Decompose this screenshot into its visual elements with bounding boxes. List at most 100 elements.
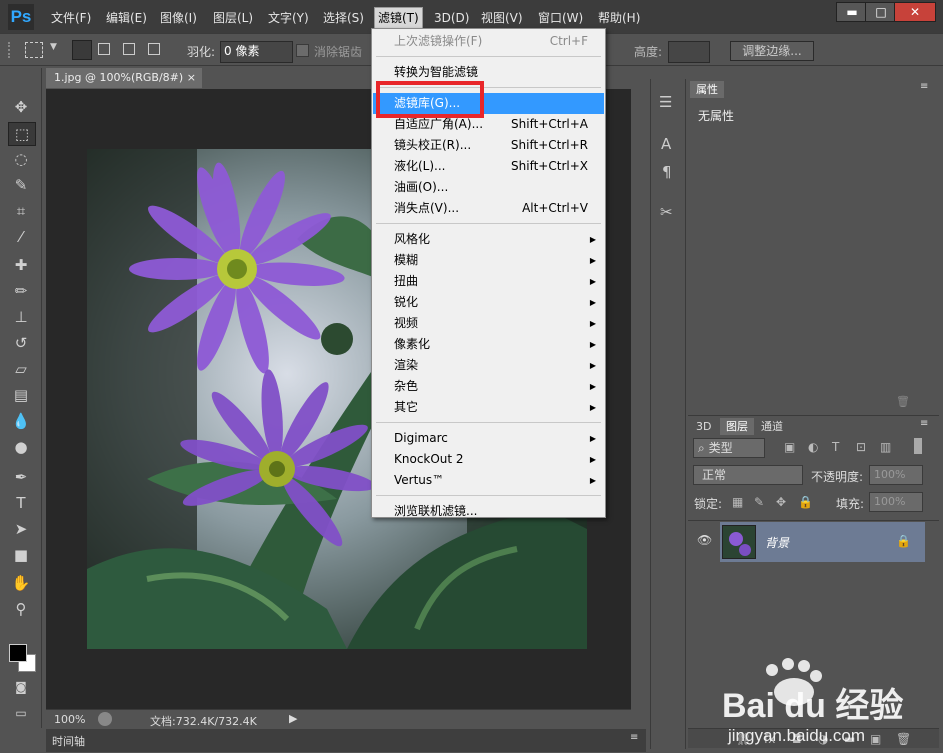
tab-3d[interactable]: 3D: [690, 418, 717, 435]
layer-row-selected[interactable]: 背景 🔒: [720, 522, 925, 562]
filter-menu-item[interactable]: Digimarc ▶: [373, 428, 604, 449]
subtract-selection-icon[interactable]: [123, 43, 135, 55]
filter-menu-item[interactable]: 消失点(V)... Alt+Ctrl+V: [373, 198, 604, 219]
shape-filter-icon[interactable]: ⊡: [856, 440, 866, 454]
opacity-input[interactable]: 100%: [869, 465, 923, 485]
blur-tool-icon[interactable]: 💧: [8, 410, 34, 432]
quick-mask-icon[interactable]: ◙: [8, 676, 34, 698]
healing-brush-tool-icon[interactable]: ✚: [8, 254, 34, 276]
filter-menu-item[interactable]: 镜头校正(R)... Shift+Ctrl+R: [373, 135, 604, 156]
menu-layer[interactable]: 图层(L): [213, 8, 253, 28]
panel-menu-icon[interactable]: ≡: [630, 732, 638, 743]
filter-menu-item[interactable]: 其它 ▶: [373, 397, 604, 418]
trash-icon[interactable]: 🗑: [896, 395, 910, 408]
pen-tool-icon[interactable]: ✒: [8, 466, 34, 488]
filter-menu-item[interactable]: 浏览联机滤镜...: [373, 501, 604, 522]
maximize-button[interactable]: □: [865, 2, 897, 22]
eraser-tool-icon[interactable]: ▱: [8, 358, 34, 380]
add-selection-icon[interactable]: [98, 43, 110, 55]
menu-3d[interactable]: 3D(D): [434, 8, 469, 28]
intersect-selection-icon[interactable]: [148, 43, 160, 55]
filter-menu-item[interactable]: 转换为智能滤镜: [373, 62, 604, 83]
status-menu-arrow-icon[interactable]: ▶: [289, 712, 297, 725]
pixel-filter-icon[interactable]: ▣: [784, 440, 795, 454]
fill-input[interactable]: 100%: [869, 492, 923, 512]
crop-tool-icon[interactable]: ⌗: [8, 200, 34, 222]
layer-filter-select[interactable]: ⌕ 类型: [693, 438, 765, 458]
menu-image[interactable]: 图像(I): [160, 8, 197, 28]
filter-menu-item[interactable]: 像素化 ▶: [373, 334, 604, 355]
layer-name[interactable]: 背景: [765, 534, 789, 551]
hand-tool-icon[interactable]: ✋: [8, 572, 34, 594]
tab-layers[interactable]: 图层: [720, 418, 754, 435]
minimize-button[interactable]: ▬: [836, 2, 868, 22]
visibility-eye-icon[interactable]: 👁: [697, 533, 712, 547]
character-panel-icon[interactable]: A: [661, 135, 671, 153]
lock-position-icon[interactable]: ✥: [776, 495, 786, 509]
zoom-tool-icon[interactable]: ⚲: [8, 598, 34, 620]
adjustment-filter-icon[interactable]: ◐: [808, 440, 818, 454]
eyedropper-tool-icon[interactable]: ⁄: [8, 226, 34, 248]
menu-select[interactable]: 选择(S): [323, 8, 364, 28]
screen-mode-icon[interactable]: ▭: [8, 702, 34, 724]
quick-select-tool-icon[interactable]: ✎: [8, 174, 34, 196]
smart-object-filter-icon[interactable]: ▥: [880, 440, 891, 454]
stamp-tool-icon[interactable]: ⊥: [8, 306, 34, 328]
filter-menu-item[interactable]: 液化(L)... Shift+Ctrl+X: [373, 156, 604, 177]
feather-input[interactable]: 0 像素: [220, 41, 293, 63]
height-input[interactable]: [668, 41, 710, 63]
tab-properties[interactable]: 属性: [690, 81, 724, 98]
filter-menu-item[interactable]: 模糊 ▶: [373, 250, 604, 271]
tab-channels[interactable]: 通道: [755, 418, 789, 435]
menu-view[interactable]: 视图(V): [481, 8, 523, 28]
chevron-down-icon[interactable]: ▼: [50, 42, 57, 52]
lock-all-icon[interactable]: 🔒: [798, 495, 813, 509]
timeline-panel[interactable]: 时间轴 ≡: [46, 729, 646, 752]
tools-preset-panel-icon[interactable]: ✂: [660, 203, 673, 221]
marquee-tool-icon[interactable]: ⬚: [8, 122, 36, 146]
filter-menu-item[interactable]: 杂色 ▶: [373, 376, 604, 397]
filter-menu-item[interactable]: Vertus™ ▶: [373, 470, 604, 491]
filter-menu-item[interactable]: 油画(O)...: [373, 177, 604, 198]
filter-toggle[interactable]: [914, 438, 922, 454]
lock-pixels-icon[interactable]: ✎: [754, 495, 764, 509]
lock-transparency-icon[interactable]: ▦: [732, 495, 743, 509]
dodge-tool-icon[interactable]: ●: [8, 436, 34, 458]
close-window-button[interactable]: ✕: [894, 2, 936, 22]
panel-menu-icon[interactable]: ≡: [920, 81, 928, 92]
marquee-preset-icon[interactable]: [25, 42, 43, 58]
refine-edge-button[interactable]: 调整边缘...: [730, 41, 814, 61]
new-selection-icon[interactable]: [72, 40, 92, 60]
menu-edit[interactable]: 编辑(E): [106, 8, 147, 28]
menu-type[interactable]: 文字(Y): [268, 8, 309, 28]
rectangle-tool-icon[interactable]: ■: [8, 544, 34, 566]
history-brush-tool-icon[interactable]: ↺: [8, 332, 34, 354]
filter-menu-item[interactable]: 视频 ▶: [373, 313, 604, 334]
menu-filter[interactable]: 滤镜(T): [374, 7, 423, 29]
blend-mode-select[interactable]: 正常: [693, 465, 803, 485]
type-filter-icon[interactable]: T: [832, 440, 839, 454]
brush-tool-icon[interactable]: ✏: [8, 280, 34, 302]
filter-menu-item[interactable]: 渲染 ▶: [373, 355, 604, 376]
gradient-tool-icon[interactable]: ▤: [8, 384, 34, 406]
lasso-tool-icon[interactable]: ◌: [8, 148, 34, 170]
filter-menu-item[interactable]: 风格化 ▶: [373, 229, 604, 250]
filter-menu-item[interactable]: KnockOut 2 ▶: [373, 449, 604, 470]
menu-help[interactable]: 帮助(H): [598, 8, 640, 28]
layer-row[interactable]: 👁 背景 🔒: [688, 522, 939, 562]
paragraph-panel-icon[interactable]: ¶: [662, 163, 672, 181]
antialias-checkbox[interactable]: [296, 44, 309, 57]
document-tab[interactable]: 1.jpg @ 100%(RGB/8#) ×: [46, 68, 202, 88]
status-icon[interactable]: [98, 712, 112, 726]
menu-file[interactable]: 文件(F): [51, 8, 91, 28]
filter-menu-item[interactable]: 扭曲 ▶: [373, 271, 604, 292]
zoom-level[interactable]: 100%: [54, 713, 85, 726]
tab-close-icon[interactable]: ×: [187, 68, 196, 88]
type-tool-icon[interactable]: T: [8, 492, 34, 514]
panel-menu-icon[interactable]: ≡: [920, 418, 928, 429]
foreground-color-swatch-top[interactable]: [9, 644, 27, 662]
filter-menu-item[interactable]: 锐化 ▶: [373, 292, 604, 313]
move-tool-icon[interactable]: ✥: [8, 96, 34, 118]
history-panel-icon[interactable]: ☰: [659, 93, 672, 111]
path-select-tool-icon[interactable]: ➤: [8, 518, 34, 540]
